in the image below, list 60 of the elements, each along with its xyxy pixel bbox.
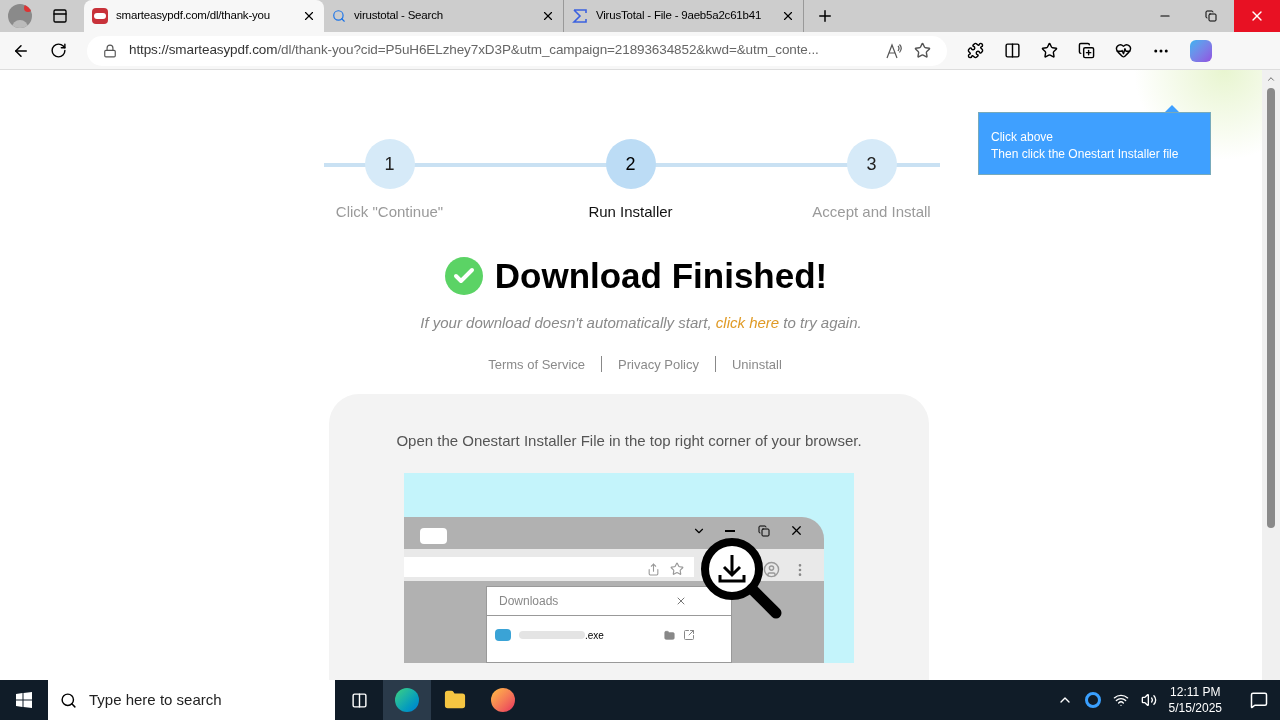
blurred-name	[519, 631, 585, 639]
star-icon	[670, 561, 684, 576]
check-icon	[444, 256, 483, 295]
close-icon[interactable]	[781, 9, 795, 23]
scrollbar[interactable]	[1262, 70, 1280, 680]
file-name: .exe	[585, 628, 604, 643]
sigma-logo-icon	[572, 8, 588, 24]
copilot-icon[interactable]	[1190, 39, 1212, 62]
collections-icon[interactable]	[1078, 42, 1095, 59]
step-label: Run Installer	[588, 202, 673, 222]
tray-app-icon[interactable]	[1084, 692, 1101, 708]
minimize-icon	[725, 529, 735, 532]
profile-icon[interactable]	[8, 4, 32, 28]
favorite-icon[interactable]	[914, 42, 931, 59]
clock[interactable]: 12:11 PM 5/15/2025	[1168, 684, 1222, 716]
retry-note: If your download doesn't automatically start, click here to try again.	[419, 313, 863, 333]
search-icon	[332, 9, 346, 23]
scroll-up-icon[interactable]	[1266, 74, 1276, 84]
footer-link[interactable]: Uninstall	[731, 354, 782, 374]
edge-icon[interactable]	[383, 680, 431, 720]
tab-title: smarteasypdf.com/dl/thank-you	[116, 8, 271, 24]
panel-title: Downloads	[499, 592, 559, 610]
profile-icon	[763, 560, 780, 578]
footer-link[interactable]: Terms of Service	[488, 354, 585, 374]
split-screen-icon[interactable]	[1004, 42, 1021, 59]
installer-icon	[495, 629, 511, 641]
read-aloud-icon[interactable]	[886, 42, 902, 59]
step-label: Accept and Install	[812, 202, 931, 222]
search-icon	[60, 691, 77, 709]
tooltip-text: Then click the Onestart Installer file	[991, 146, 1180, 163]
new-tab-icon[interactable]	[816, 7, 834, 25]
share-icon	[647, 562, 660, 576]
restore-icon[interactable]	[1205, 10, 1217, 22]
restore-icon	[758, 524, 770, 537]
tab-title: virustotal - Search	[354, 8, 444, 24]
health-icon[interactable]	[1115, 42, 1132, 59]
reload-icon[interactable]	[50, 42, 67, 59]
windows-logo-icon[interactable]	[16, 692, 32, 708]
address-bar[interactable]: https://smarteasypdf.com/dl/thank-you?cid=P5uH6ELzhey7xD3P&utm_campaign=21893634852&kwd=&utm_conte...	[87, 35, 947, 66]
tooltip-text: Click above	[991, 129, 1055, 146]
notifications-icon[interactable]	[1250, 691, 1268, 709]
browser-tab[interactable]: smarteasypdf.com/dl/thank-you	[84, 0, 324, 32]
instruction-text: Open the Onestart Installer File in the top right corner of your browser.	[396, 431, 862, 451]
tab-actions-icon[interactable]	[52, 8, 68, 24]
favorites-icon[interactable]	[1041, 42, 1058, 59]
robot-logo-icon	[92, 8, 108, 24]
close-icon[interactable]	[302, 9, 316, 23]
network-icon[interactable]	[1112, 692, 1129, 708]
extensions-icon[interactable]	[967, 42, 984, 59]
open-icon	[683, 629, 695, 641]
step-label: Click "Continue"	[335, 202, 444, 222]
footer-link[interactable]: Privacy Policy	[618, 354, 699, 374]
tab-title: VirusTotal - File - 9aeb5a2c61b41	[596, 8, 763, 24]
taskbar-search[interactable]: Type here to search	[48, 680, 335, 720]
lock-icon	[103, 43, 117, 58]
close-icon[interactable]	[541, 9, 555, 23]
volume-icon[interactable]	[1140, 692, 1157, 708]
url-text: https://smarteasypdf.com/dl/thank-you?cid=P5uH6ELzhey7xD3P&utm_campaign=21893634852&kwd=&utm_conte...	[129, 41, 820, 60]
page-heading: Download Finished!	[494, 254, 828, 297]
folder-icon	[664, 629, 675, 641]
